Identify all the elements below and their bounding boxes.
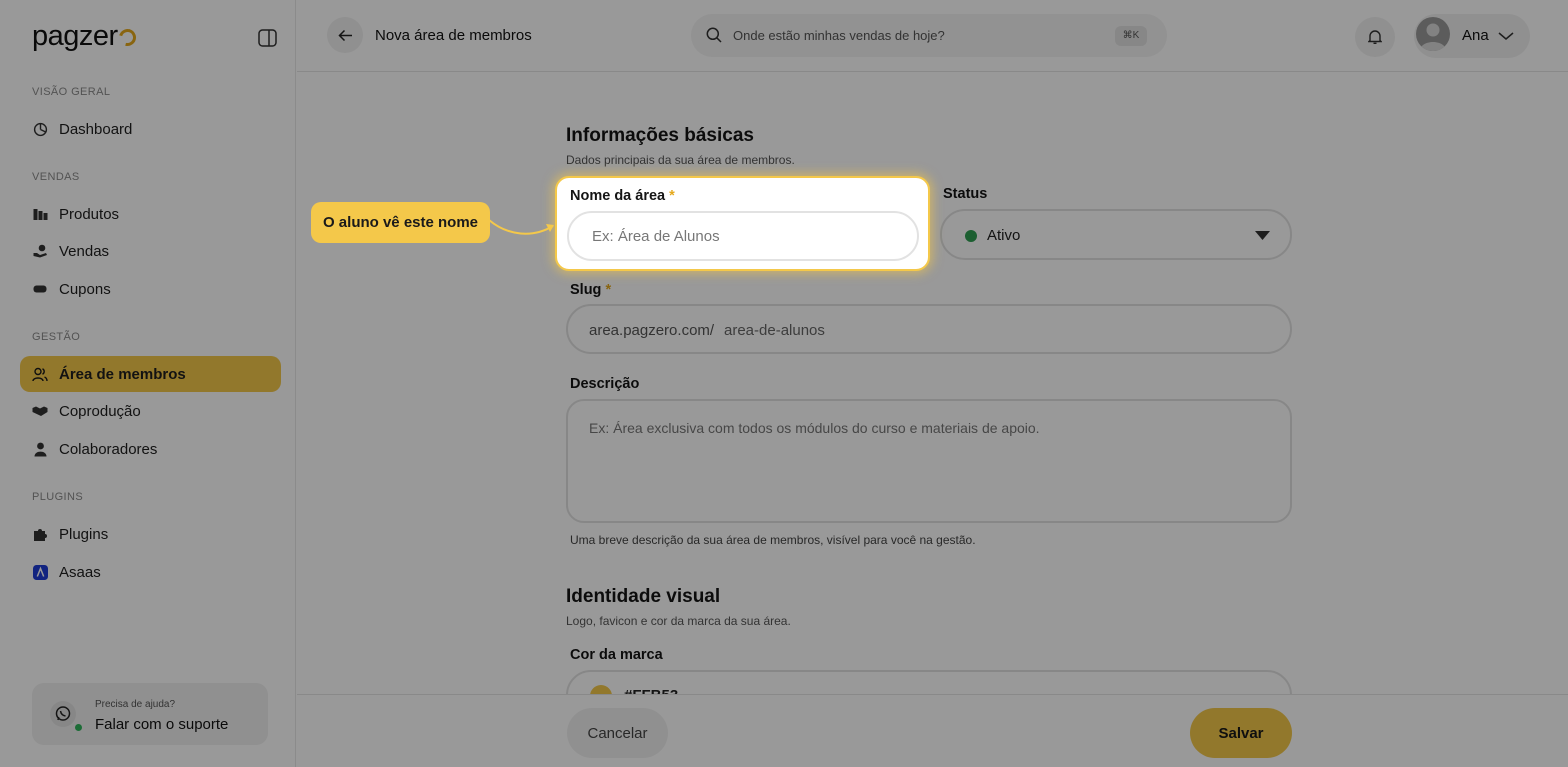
name-input[interactable]: Ex: Área de Alunos	[592, 228, 720, 245]
online-status-dot	[75, 724, 82, 731]
section-subtitle-basic: Dados principais da sua área de membros.	[566, 153, 795, 167]
logo-o-mark	[115, 25, 139, 50]
description-placeholder: Ex: Área exclusiva com todos os módulos …	[589, 420, 1040, 436]
sidebar-item-label: Plugins	[59, 525, 109, 543]
handshake-icon	[32, 403, 48, 419]
sidebar-item-colaboradores[interactable]: Colaboradores	[20, 431, 281, 467]
section-title-plugins: PLUGINS	[32, 491, 84, 503]
arrow-left-icon	[337, 29, 352, 41]
page-title: Nova área de membros	[375, 27, 532, 44]
search-shortcut-badge: ⌘K	[1115, 26, 1147, 46]
coupon-icon	[32, 281, 48, 297]
search-bar[interactable]: Onde estão minhas vendas de hoje? ⌘K	[691, 14, 1167, 57]
box-icon	[32, 206, 48, 222]
sidebar-item-produtos[interactable]: Produtos	[20, 196, 281, 232]
slug-field[interactable]: area.pagzero.com/ area-de-alunos	[566, 304, 1292, 354]
sidebar-item-label: Vendas	[59, 242, 110, 260]
sidebar-item-label: Asaas	[59, 563, 101, 581]
sidebar-item-plugins[interactable]: Plugins	[20, 516, 281, 552]
tour-tooltip: O aluno vê este nome	[311, 202, 490, 243]
asaas-logo-icon	[32, 564, 48, 580]
description-textarea[interactable]: Ex: Área exclusiva com todos os módulos …	[566, 399, 1292, 523]
sidebar-item-area-de-membros[interactable]: Área de membros	[20, 356, 281, 392]
support-card[interactable]: Precisa de ajuda? Falar com o suporte	[32, 683, 268, 745]
dashboard-icon	[32, 121, 48, 137]
topbar: Nova área de membros Onde estão minhas v…	[297, 0, 1568, 72]
save-button[interactable]: Salvar	[1190, 708, 1292, 758]
name-field[interactable]: Ex: Área de Alunos	[567, 211, 919, 261]
sidebar-item-label: Cupons	[59, 280, 111, 298]
sidebar-item-label: Colaboradores	[59, 440, 158, 458]
status-select[interactable]: Ativo	[940, 209, 1292, 260]
section-title-visual: Identidade visual	[566, 586, 721, 607]
sidebar-item-asaas[interactable]: Asaas	[20, 554, 281, 590]
user-icon	[32, 441, 48, 457]
section-title-visao-geral: VISÃO GERAL	[32, 86, 111, 98]
tooltip-arrow-icon	[488, 219, 554, 235]
money-hand-icon	[32, 243, 48, 259]
sidebar-item-dashboard[interactable]: Dashboard	[20, 111, 281, 147]
bell-icon	[1368, 30, 1382, 44]
sidebar-item-vendas[interactable]: Vendas	[20, 233, 281, 269]
search-icon	[706, 27, 722, 43]
caret-down-icon	[1255, 231, 1270, 240]
status-label: Status	[943, 186, 988, 202]
users-icon	[32, 366, 48, 382]
user-menu[interactable]: Ana	[1414, 14, 1530, 58]
sidebar-item-label: Produtos	[59, 205, 120, 223]
status-active-dot	[965, 230, 977, 242]
form-footer: Cancelar Salvar	[297, 694, 1568, 767]
sidebar-item-label: Dashboard	[59, 120, 133, 138]
sidebar-item-label: Coprodução	[59, 402, 141, 420]
brand-color-label: Cor da marca	[570, 647, 663, 663]
notifications-button[interactable]	[1355, 17, 1395, 57]
sidebar: pagzer VISÃO GERAL Dashboard VENDAS Prod…	[0, 0, 296, 767]
sidebar-item-cupons[interactable]: Cupons	[20, 271, 281, 307]
section-subtitle-visual: Logo, favicon e cor da marca da sua área…	[566, 614, 791, 628]
puzzle-icon	[32, 526, 48, 542]
user-name: Ana	[1462, 27, 1489, 44]
slug-prefix: area.pagzero.com/	[589, 322, 715, 339]
logo[interactable]: pagzer	[32, 22, 139, 51]
search-input[interactable]: Onde estão minhas vendas de hoje?	[733, 28, 945, 43]
section-title-vendas: VENDAS	[32, 171, 80, 183]
section-title-basic: Informações básicas	[566, 125, 754, 146]
description-label: Descrição	[570, 376, 640, 392]
slug-input[interactable]: area-de-alunos	[724, 322, 825, 339]
sidebar-item-coproducao[interactable]: Coprodução	[20, 393, 281, 429]
chevron-down-icon	[1498, 32, 1514, 40]
support-question: Precisa de ajuda?	[95, 699, 176, 710]
sidebar-item-label: Área de membros	[59, 365, 186, 383]
support-link[interactable]: Falar com o suporte	[95, 716, 228, 733]
avatar	[1416, 17, 1450, 51]
cancel-button[interactable]: Cancelar	[567, 708, 668, 758]
status-value: Ativo	[987, 227, 1021, 244]
tour-spotlight-name-field: Nome da área * Ex: Área de Alunos	[555, 176, 930, 271]
whatsapp-icon	[50, 701, 76, 727]
sidebar-collapse-icon[interactable]	[258, 29, 277, 47]
slug-label: Slug *	[570, 282, 612, 298]
back-button[interactable]	[327, 17, 363, 53]
description-help-text: Uma breve descrição da sua área de membr…	[570, 533, 976, 547]
name-label: Nome da área *	[570, 188, 675, 204]
section-title-gestao: GESTÃO	[32, 331, 81, 343]
